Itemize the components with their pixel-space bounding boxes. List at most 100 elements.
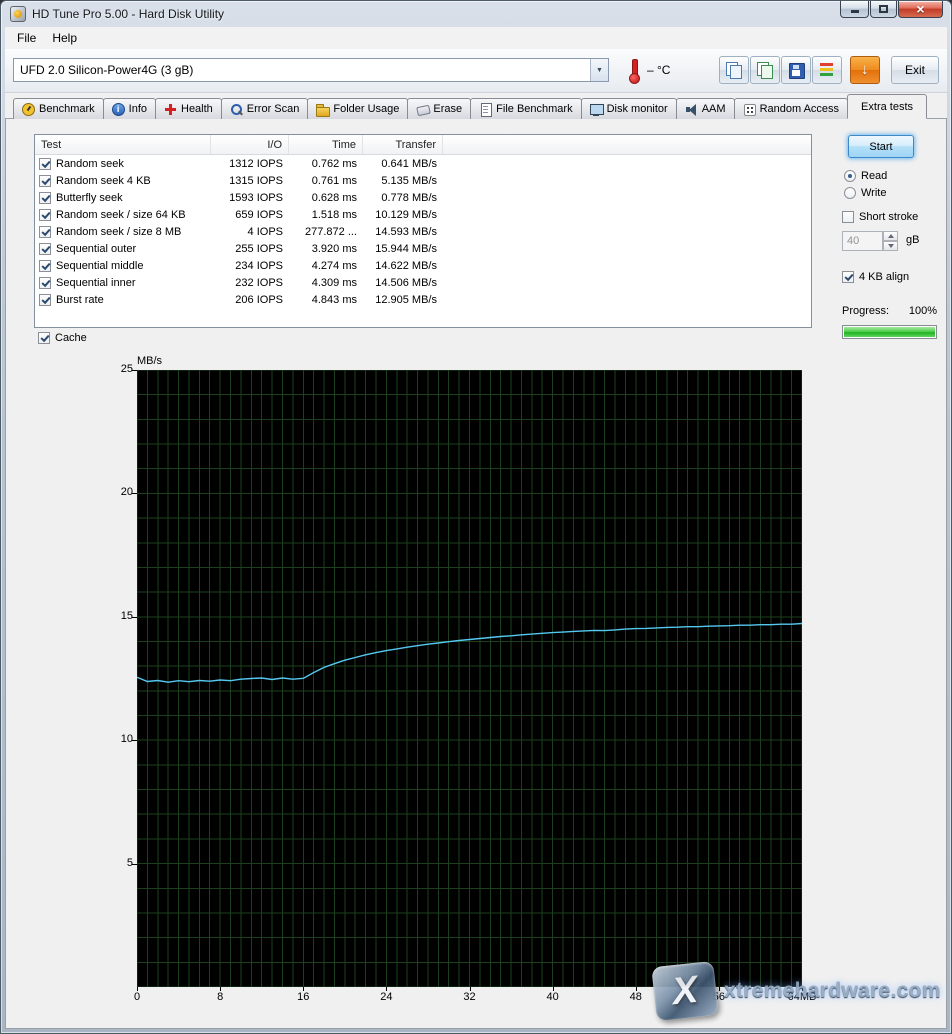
spin-down-button[interactable]: [883, 241, 898, 251]
transfer-value: 0.641 MB/s: [363, 158, 443, 170]
time-value: 4.309 ms: [289, 277, 363, 289]
short-stroke-checkbox[interactable]: [842, 211, 854, 223]
copy-pages-button[interactable]: [750, 56, 780, 84]
client-area: File Help UFD 2.0 Silicon-Power4G (3 gB)…: [5, 27, 947, 1029]
table-row[interactable]: Sequential middle234 IOPS4.274 ms14.622 …: [35, 257, 811, 274]
tab-label: Random Access: [760, 103, 839, 115]
exit-button[interactable]: Exit: [891, 56, 939, 84]
table-row[interactable]: Burst rate206 IOPS4.843 ms12.905 MB/s: [35, 291, 811, 308]
tab-health[interactable]: Health: [155, 98, 222, 119]
tab-info[interactable]: Info: [103, 98, 156, 119]
test-name: Random seek 4 KB: [56, 175, 151, 187]
window-title: HD Tune Pro 5.00 - Hard Disk Utility: [32, 7, 224, 21]
table-row[interactable]: Sequential outer255 IOPS3.920 ms15.944 M…: [35, 240, 811, 257]
row-checkbox[interactable]: [39, 209, 51, 221]
copy-icon: [725, 61, 743, 79]
row-checkbox[interactable]: [39, 158, 51, 170]
progress-value: 100%: [909, 305, 937, 317]
row-checkbox[interactable]: [39, 294, 51, 306]
close-button[interactable]: [898, 1, 943, 18]
watermark: X xtremehardware.com: [654, 949, 952, 1033]
size-input[interactable]: 40: [842, 231, 883, 251]
title-bar[interactable]: HD Tune Pro 5.00 - Hard Disk Utility: [1, 1, 951, 27]
table-row[interactable]: Random seek1312 IOPS0.762 ms0.641 MB/s: [35, 155, 811, 172]
y-tick-label: 10: [107, 733, 133, 745]
table-body: Random seek1312 IOPS0.762 ms0.641 MB/sRa…: [35, 155, 811, 308]
tab-aam[interactable]: AAM: [676, 98, 735, 119]
column-header-transfer[interactable]: Transfer: [363, 135, 443, 154]
test-name: Random seek / size 64 KB: [56, 209, 186, 221]
x-tick-label: 8: [198, 991, 242, 1003]
window-controls: [840, 1, 943, 18]
row-checkbox[interactable]: [39, 192, 51, 204]
start-button[interactable]: Start: [848, 135, 914, 158]
tab-disk-monitor[interactable]: Disk monitor: [581, 98, 677, 119]
menu-help[interactable]: Help: [44, 28, 85, 48]
tab-random-access[interactable]: Random Access: [734, 98, 848, 119]
short-stroke-option[interactable]: Short stroke: [842, 211, 918, 223]
download-button[interactable]: [850, 56, 880, 84]
dice-icon: [743, 103, 756, 116]
tab-extra-tests[interactable]: Extra tests: [847, 94, 927, 119]
error-scan-icon: [230, 103, 243, 116]
tab-benchmark[interactable]: Benchmark: [13, 98, 104, 119]
test-name: Sequential inner: [56, 277, 136, 289]
y-tick-mark: [132, 740, 137, 741]
maximize-button[interactable]: [870, 1, 897, 18]
cache-checkbox[interactable]: [38, 332, 50, 344]
spin-up-button[interactable]: [883, 231, 898, 241]
align-option[interactable]: 4 KB align: [842, 271, 909, 283]
save-button[interactable]: [781, 56, 811, 84]
time-value: 3.920 ms: [289, 243, 363, 255]
y-tick-mark: [132, 864, 137, 865]
device-selector[interactable]: UFD 2.0 Silicon-Power4G (3 gB): [13, 58, 609, 82]
tab-label: Health: [181, 103, 213, 115]
test-cell: Sequential outer: [35, 243, 211, 255]
cache-option[interactable]: Cache: [38, 332, 87, 344]
table-row[interactable]: Random seek / size 64 KB659 IOPS1.518 ms…: [35, 206, 811, 223]
column-header-time[interactable]: Time: [289, 135, 363, 154]
info-icon: [112, 103, 125, 116]
read-option[interactable]: Read: [844, 170, 887, 182]
time-value: 4.274 ms: [289, 260, 363, 272]
results-table: TestI/OTimeTransfer Random seek1312 IOPS…: [34, 134, 812, 328]
io-value: 1312 IOPS: [211, 158, 289, 170]
align-checkbox[interactable]: [842, 271, 854, 283]
tab-label: Disk monitor: [607, 103, 668, 115]
copy-button[interactable]: [719, 56, 749, 84]
export-button[interactable]: [812, 56, 842, 84]
column-header-test[interactable]: Test: [35, 135, 211, 154]
row-checkbox[interactable]: [39, 243, 51, 255]
menu-bar: File Help: [5, 27, 947, 49]
minimize-button[interactable]: [840, 1, 869, 18]
chart-y-axis-label: MB/s: [137, 355, 162, 367]
table-row[interactable]: Sequential inner232 IOPS4.309 ms14.506 M…: [35, 274, 811, 291]
write-radio[interactable]: [844, 187, 856, 199]
app-icon: [10, 6, 26, 22]
erase-icon: [416, 103, 429, 116]
tab-label: Erase: [433, 103, 462, 115]
table-row[interactable]: Butterfly seek1593 IOPS0.628 ms0.778 MB/…: [35, 189, 811, 206]
health-icon: [164, 103, 177, 116]
test-cell: Random seek 4 KB: [35, 175, 211, 187]
write-option[interactable]: Write: [844, 187, 886, 199]
tab-folder-usage[interactable]: Folder Usage: [307, 98, 408, 119]
tab-file-benchmark[interactable]: File Benchmark: [470, 98, 581, 119]
row-checkbox[interactable]: [39, 175, 51, 187]
row-checkbox[interactable]: [39, 277, 51, 289]
menu-file[interactable]: File: [9, 28, 44, 48]
column-header-i-o[interactable]: I/O: [211, 135, 289, 154]
tab-label: Folder Usage: [333, 103, 399, 115]
row-checkbox[interactable]: [39, 226, 51, 238]
row-checkbox[interactable]: [39, 260, 51, 272]
table-row[interactable]: Random seek / size 8 MB4 IOPS277.872 ...…: [35, 223, 811, 240]
read-radio[interactable]: [844, 170, 856, 182]
tab-error-scan[interactable]: Error Scan: [221, 98, 309, 119]
chart-plot-area: [137, 370, 802, 987]
y-tick-mark: [132, 370, 137, 371]
maximize-icon: [879, 5, 888, 13]
chevron-down-icon[interactable]: [590, 59, 608, 81]
table-row[interactable]: Random seek 4 KB1315 IOPS0.761 ms5.135 M…: [35, 172, 811, 189]
y-tick-mark: [132, 617, 137, 618]
tab-erase[interactable]: Erase: [407, 98, 471, 119]
